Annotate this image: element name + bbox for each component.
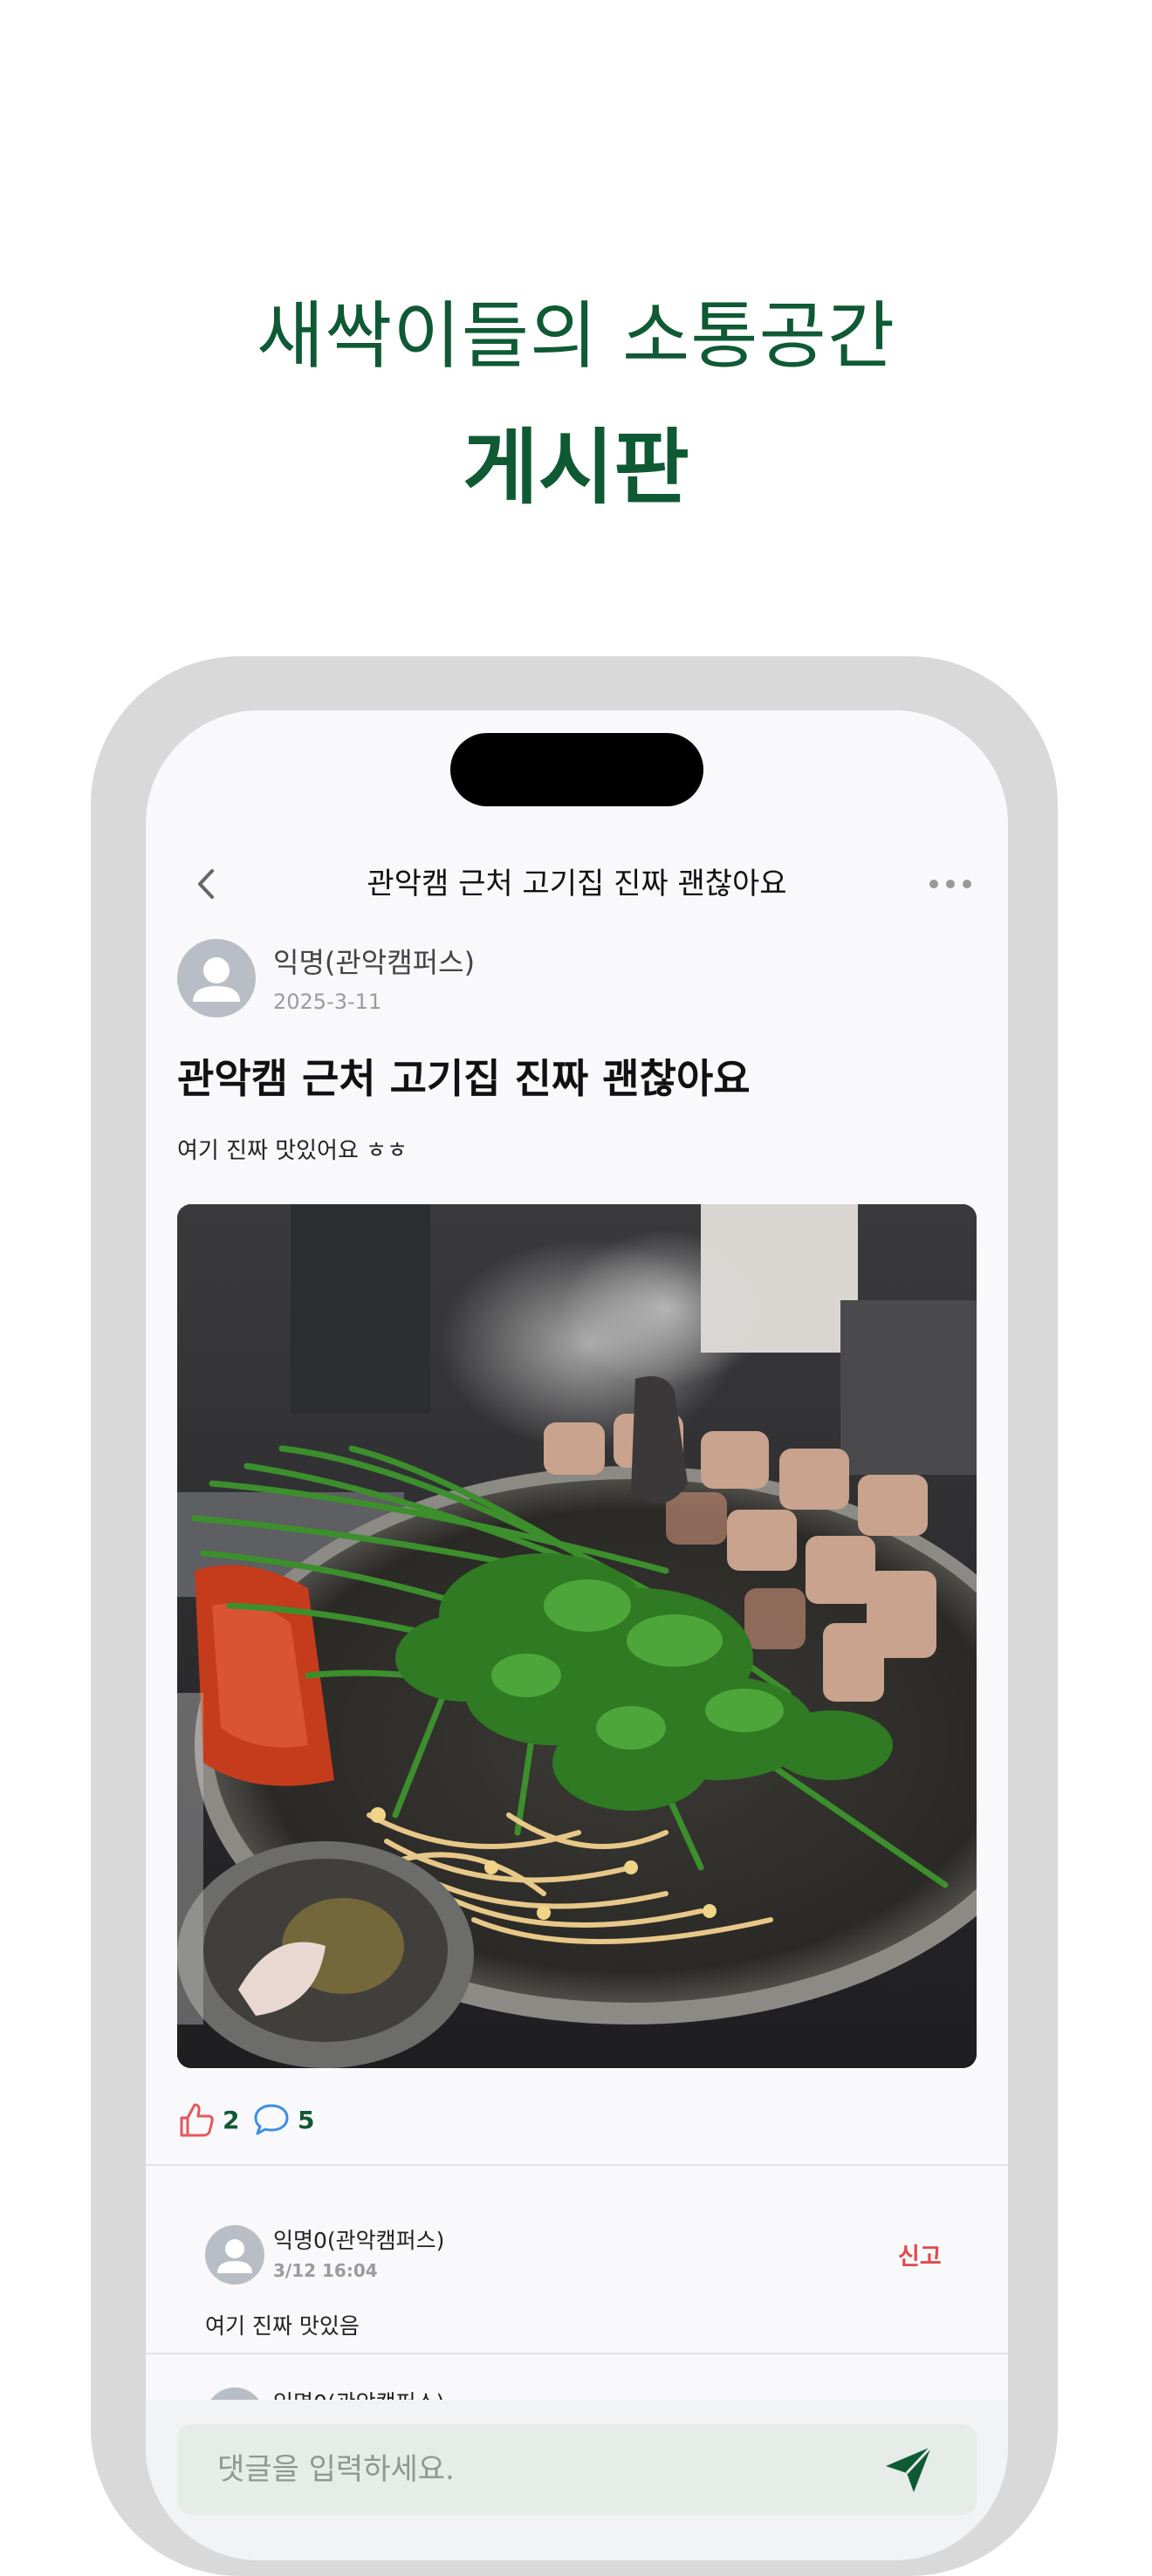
user-icon bbox=[217, 2239, 252, 2273]
comment-author: 익명0(관악캠퍼스) bbox=[273, 2228, 445, 2253]
like-button[interactable]: 2 bbox=[177, 2100, 239, 2140]
promo-subtitle: 새싹이들의 소통공간 bbox=[256, 293, 896, 379]
send-icon bbox=[886, 2445, 933, 2492]
user-icon bbox=[193, 957, 240, 1002]
comment-bubble-icon bbox=[254, 2104, 289, 2135]
thumbs-up-icon bbox=[180, 2103, 214, 2137]
divider bbox=[146, 2164, 1008, 2166]
author-avatar bbox=[177, 939, 256, 1017]
chevron-left-icon bbox=[198, 869, 214, 899]
nav-title: 관악캠 근처 고기집 진짜 괜찮아요 bbox=[367, 867, 787, 901]
comment-count-button[interactable]: 5 bbox=[252, 2100, 314, 2140]
promo-title: 게시판 bbox=[463, 421, 689, 516]
like-count: 2 bbox=[223, 2105, 240, 2134]
more-horizontal-icon bbox=[929, 880, 971, 888]
comment-count: 5 bbox=[298, 2105, 315, 2134]
post-author: 익명(관악캠퍼스) bbox=[273, 946, 476, 979]
divider bbox=[146, 2353, 1008, 2354]
phone-screen: 관악캠 근처 고기집 진짜 괜찮아요 익명(관악캠퍼스) 2025-3-11 관… bbox=[146, 710, 1008, 2560]
comment-avatar bbox=[205, 2225, 264, 2285]
send-button[interactable] bbox=[881, 2442, 936, 2497]
back-button[interactable] bbox=[189, 862, 224, 906]
comment-input[interactable] bbox=[177, 2424, 977, 2515]
more-button[interactable] bbox=[927, 873, 974, 895]
post-photo[interactable] bbox=[177, 1204, 977, 2068]
report-button[interactable]: 신고 bbox=[898, 2237, 942, 2271]
comment-text: 여기 진짜 맛있음 bbox=[205, 2313, 360, 2339]
comment-time: 3/12 16:04 bbox=[273, 2260, 378, 2281]
dynamic-island bbox=[450, 733, 703, 806]
comment-input-bar bbox=[146, 2400, 1008, 2560]
post-body: 여기 진짜 맛있어요 ㅎㅎ bbox=[177, 1138, 408, 1164]
post-date: 2025-3-11 bbox=[273, 990, 382, 1014]
post-title: 관악캠 근처 고기집 진짜 괜찮아요 bbox=[177, 1055, 751, 1102]
food-photo-illustration bbox=[177, 1204, 977, 2068]
